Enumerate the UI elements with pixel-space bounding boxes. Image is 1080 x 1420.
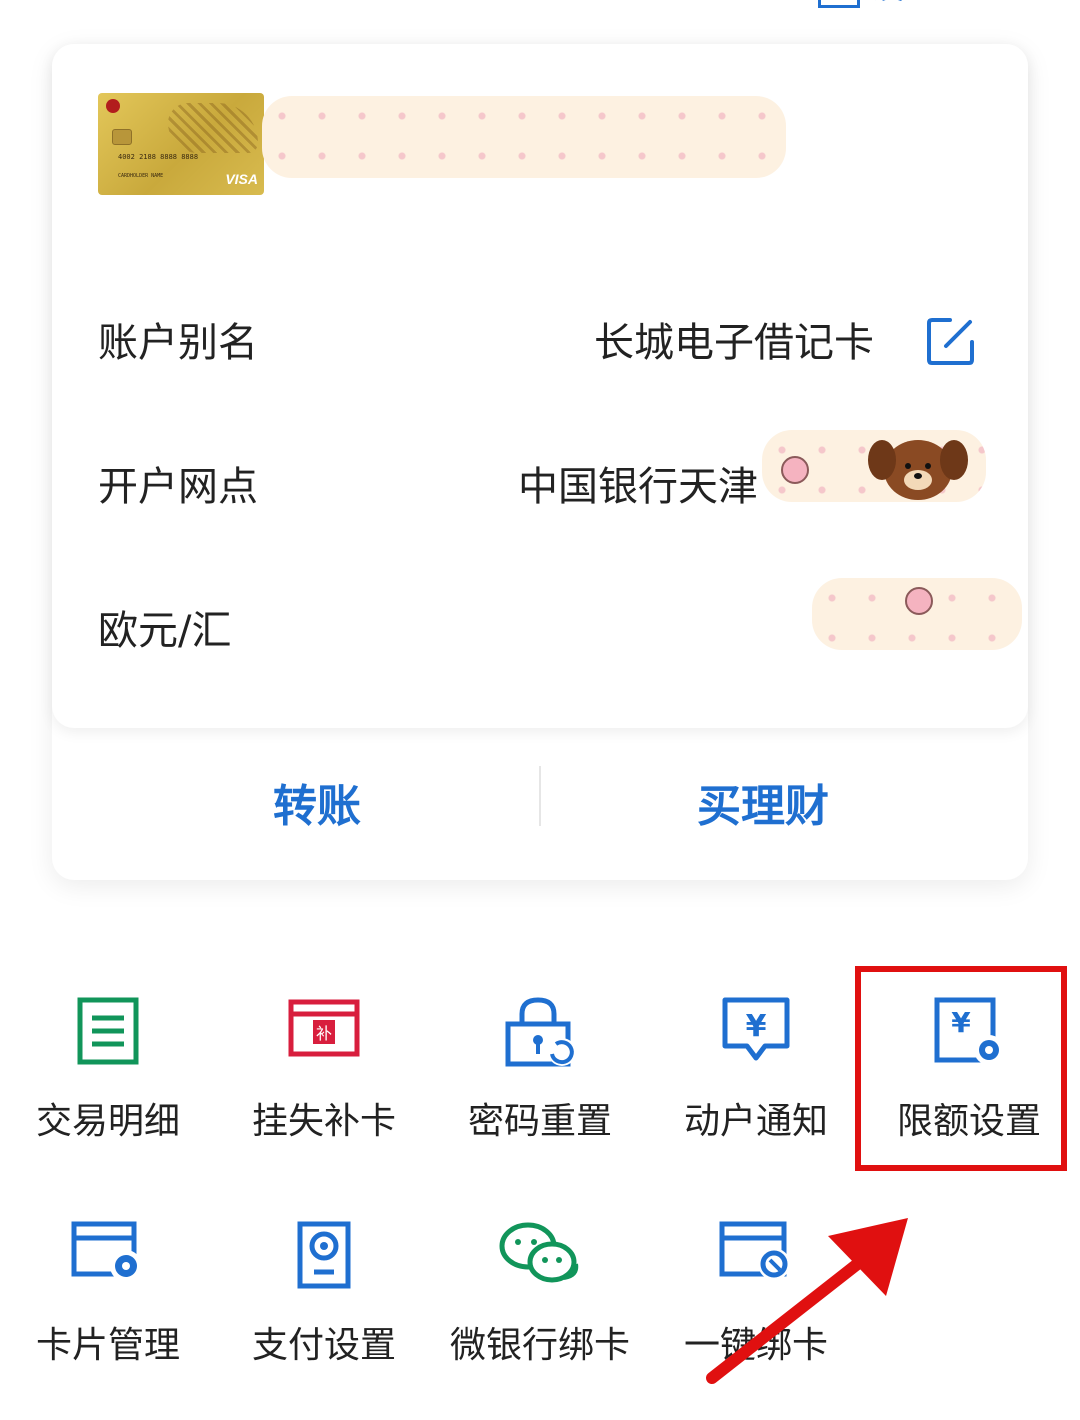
service-label: 卡片管理	[35, 1325, 180, 1366]
service-payment-settings[interactable]: 支付设置	[216, 1220, 432, 1420]
card-number-graphic: 4002 2188 8888 8888	[118, 153, 199, 161]
action-divider	[539, 766, 541, 826]
top-link-label: 设置	[870, 0, 938, 8]
buy-wealth-button[interactable]: 买理财	[556, 770, 970, 832]
visa-logo: VISA	[225, 171, 258, 187]
edit-icon[interactable]	[926, 316, 976, 366]
alias-value: 长城电子借记卡	[594, 320, 874, 366]
alias-label: 账户别名	[98, 320, 258, 366]
phone-gear-icon	[297, 1221, 351, 1289]
svg-text:补: 补	[316, 1024, 332, 1043]
service-label: 交易明细	[35, 1101, 180, 1142]
great-wall-graphic	[168, 103, 258, 153]
bear-sticker-icon	[868, 440, 968, 500]
yuan-notice-icon: ¥	[722, 997, 790, 1061]
card-gear-icon	[71, 1221, 142, 1282]
service-label: 支付设置	[251, 1325, 396, 1366]
card-replace-icon: 补	[288, 999, 360, 1057]
lock-reset-icon	[505, 997, 576, 1067]
bank-card-image: 4002 2188 8888 8888 CARDHOLDER NAME VISA	[98, 93, 264, 195]
service-label: 挂失补卡	[251, 1101, 396, 1142]
privacy-mask-sticker	[262, 96, 786, 178]
service-wechat-bind[interactable]: 微银行绑卡	[432, 1220, 648, 1420]
service-report-loss[interactable]: 补 挂失补卡	[216, 996, 432, 1196]
branch-label: 开户网点	[98, 464, 258, 510]
highlight-box	[855, 966, 1067, 1171]
currency-label: 欧元/汇	[98, 608, 232, 654]
service-password-reset[interactable]: 密码重置	[432, 996, 648, 1196]
service-transaction-details[interactable]: 交易明细	[0, 996, 216, 1196]
wechat-icon	[499, 1222, 579, 1283]
card-chip-icon	[112, 129, 132, 145]
bank-logo-icon	[106, 99, 120, 113]
branch-value: 中国银行天津	[518, 464, 758, 510]
service-label: 密码重置	[467, 1101, 612, 1142]
document-list-icon	[77, 997, 139, 1065]
transfer-button[interactable]: 转账	[110, 770, 524, 832]
annotation-arrow-icon	[706, 1218, 908, 1384]
service-label: 微银行绑卡	[449, 1325, 630, 1366]
svg-text:¥: ¥	[746, 1009, 767, 1044]
square-icon	[818, 0, 860, 8]
service-label: 动户通知	[683, 1101, 828, 1142]
card-holder-graphic: CARDHOLDER NAME	[118, 173, 164, 179]
flower-sticker-icon	[905, 587, 933, 615]
flower-sticker-icon	[781, 456, 809, 484]
top-link[interactable]: 设置	[818, 0, 938, 8]
service-account-notice[interactable]: ¥ 动户通知	[648, 996, 864, 1196]
service-card-management[interactable]: 卡片管理	[0, 1220, 216, 1420]
